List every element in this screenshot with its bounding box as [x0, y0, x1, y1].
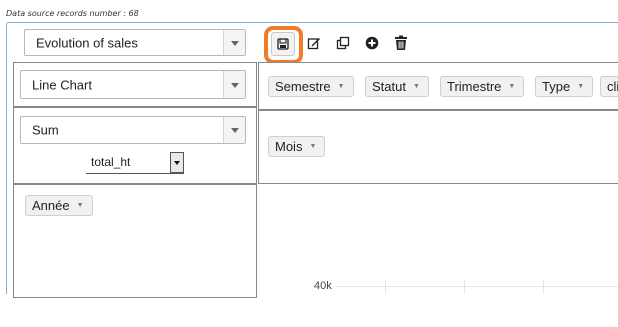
caret-down-icon: ▼ [577, 83, 585, 90]
gridline [464, 279, 465, 294]
renderer-select[interactable]: Line Chart [20, 70, 246, 99]
field-pill-label: Mois [275, 139, 303, 154]
field-pill-client[interactable]: cli [600, 76, 618, 97]
caret-down-icon: ▼ [412, 83, 420, 90]
attribute-select[interactable]: total_ht [86, 151, 184, 174]
report-select-value: Evolution of sales [36, 35, 138, 50]
edit-button[interactable] [304, 33, 324, 53]
report-select[interactable]: Evolution of sales [24, 29, 246, 56]
field-pill-mois[interactable]: Mois ▼ [268, 136, 326, 157]
field-pill-label: Type [542, 79, 571, 94]
trash-icon [395, 35, 407, 50]
field-pill-type[interactable]: Type ▼ [535, 76, 594, 97]
chevron-down-icon[interactable] [223, 117, 245, 143]
field-pill-label: Trimestre [447, 79, 502, 94]
field-pill-label: cli [607, 79, 618, 94]
field-pill-label: Statut [372, 79, 406, 94]
gridline [385, 279, 386, 294]
field-pill-semestre[interactable]: Semestre ▼ [268, 76, 354, 97]
records-count-text: Data source records number : 68 [6, 9, 139, 18]
copy-button[interactable] [333, 33, 353, 53]
field-pill-trimestre[interactable]: Trimestre ▼ [440, 76, 525, 97]
copy-icon [336, 36, 350, 50]
field-pill-annee[interactable]: Année ▼ [25, 195, 93, 216]
aggregator-select[interactable]: Sum [20, 116, 246, 144]
chart-preview-area: 40k [258, 184, 618, 294]
gridline [336, 286, 618, 287]
delete-button[interactable] [391, 33, 411, 53]
chevron-down-icon[interactable] [223, 30, 245, 55]
aggregator-select-value: Sum [32, 122, 59, 138]
save-icon [277, 38, 289, 50]
add-button[interactable] [362, 33, 382, 53]
chevron-down-icon[interactable] [223, 71, 245, 98]
caret-down-icon: ▼ [76, 202, 84, 209]
gridline [543, 279, 544, 294]
attribute-select-value: total_ht [91, 155, 131, 169]
field-pill-statut[interactable]: Statut ▼ [365, 76, 429, 97]
chevron-down-icon[interactable] [170, 152, 184, 173]
edit-icon [307, 38, 320, 50]
renderer-select-value: Line Chart [32, 77, 92, 92]
caret-down-icon: ▼ [337, 83, 345, 90]
y-tick-label: 40k [314, 280, 332, 292]
caret-down-icon: ▼ [508, 83, 516, 90]
field-pill-label: Semestre [275, 79, 331, 94]
caret-down-icon: ▼ [309, 143, 317, 150]
add-icon [365, 36, 379, 50]
field-pill-label: Année [32, 198, 70, 213]
save-button[interactable] [271, 32, 295, 56]
